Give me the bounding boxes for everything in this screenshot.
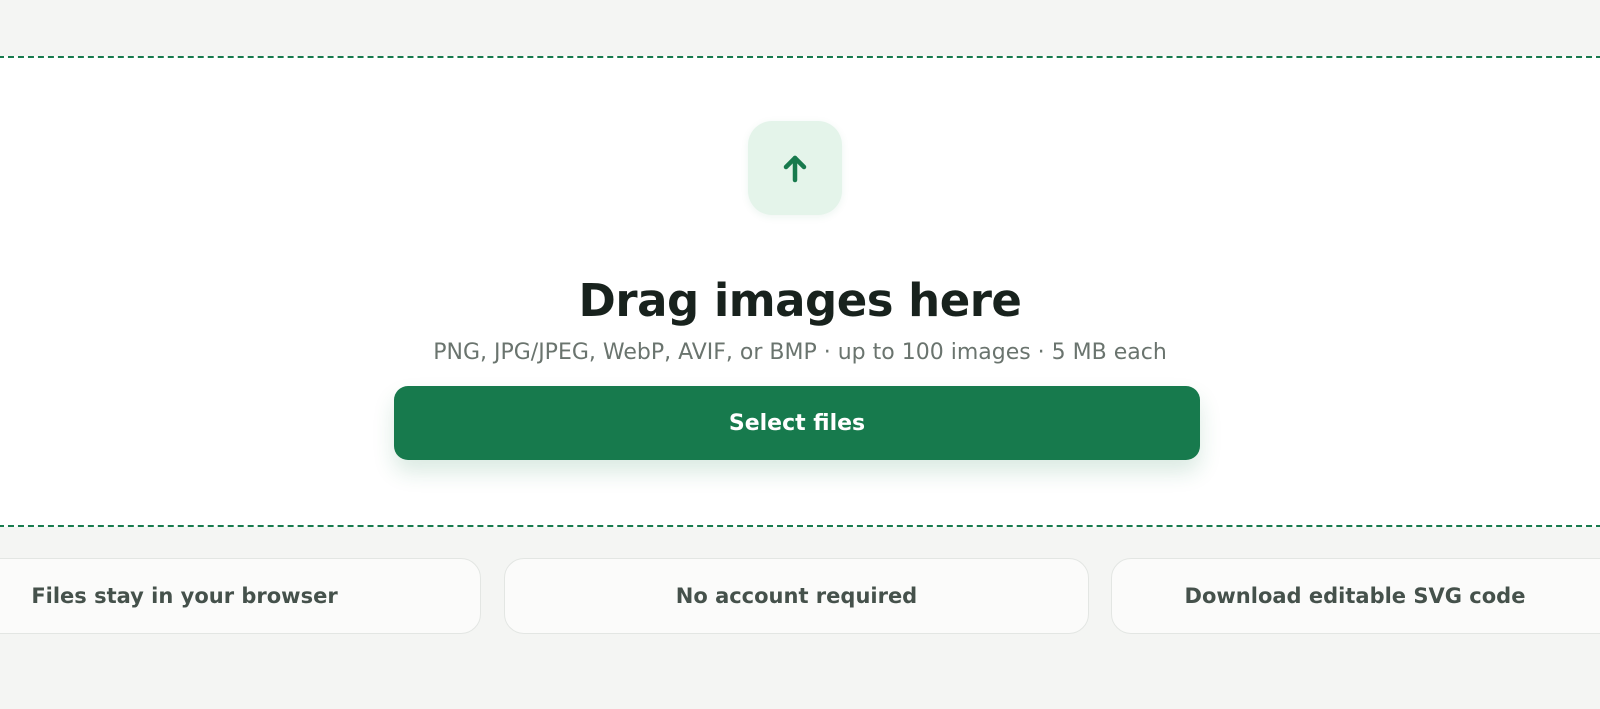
feature-label-browser: Files stay in your browser bbox=[31, 584, 338, 608]
image-dropzone[interactable]: Drag images here PNG, JPG/JPEG, WebP, AV… bbox=[0, 56, 1600, 527]
feature-card-svg-code: Download editable SVG code bbox=[1111, 558, 1600, 634]
feature-card-browser: Files stay in your browser bbox=[0, 558, 481, 634]
feature-label-svg-code: Download editable SVG code bbox=[1184, 584, 1526, 608]
feature-label-no-account: No account required bbox=[675, 584, 918, 608]
dropzone-title: Drag images here bbox=[578, 274, 1022, 328]
upload-icon-container bbox=[748, 121, 842, 215]
supported-formats-text: PNG, JPG/JPEG, WebP, AVIF, or BMP · up t… bbox=[433, 340, 1167, 365]
upload-arrow-icon bbox=[775, 148, 815, 188]
feature-list: Files stay in your browser No account re… bbox=[0, 558, 1600, 634]
page-top-band bbox=[0, 0, 1600, 56]
select-files-button[interactable]: Select files bbox=[394, 386, 1200, 460]
feature-card-no-account: No account required bbox=[504, 558, 1089, 634]
